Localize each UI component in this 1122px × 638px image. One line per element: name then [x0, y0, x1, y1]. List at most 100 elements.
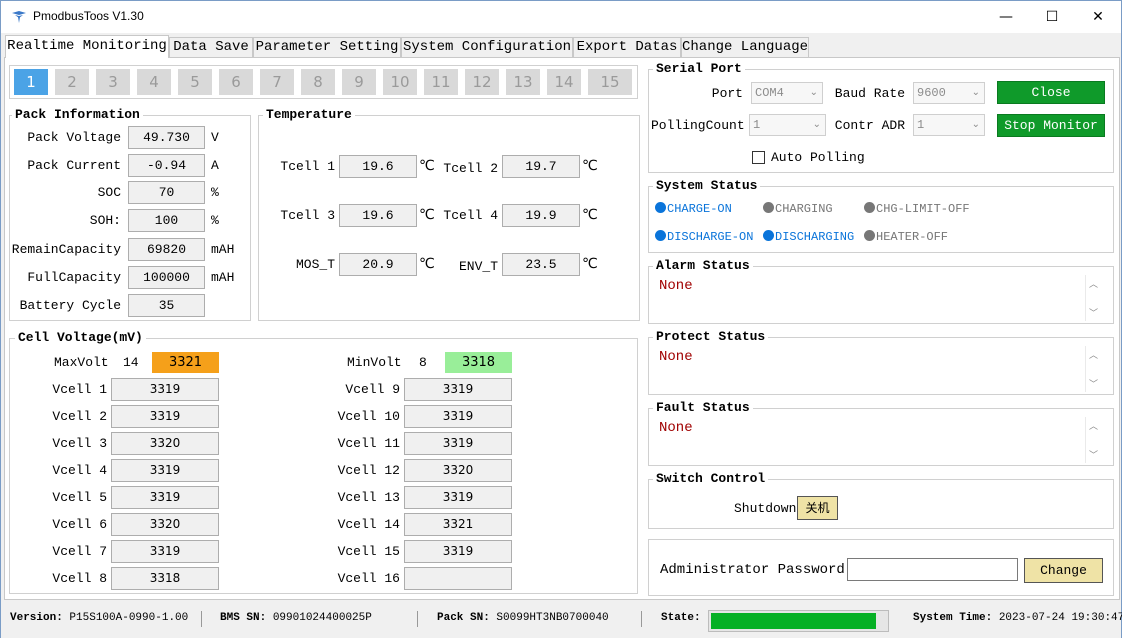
state-info: State: [661, 612, 701, 624]
chevron-down-icon: ⌄ [971, 119, 980, 130]
vcell-2-value: 3319 [111, 405, 219, 428]
tcell1-value: 19.6 [339, 155, 417, 178]
pack-button-12[interactable]: 12 [465, 69, 499, 95]
pack-voltage-unit: V [211, 130, 219, 145]
tab-parameter-setting[interactable]: Parameter Setting [253, 37, 401, 57]
vcell-10-label: Vcell 10 [337, 409, 400, 424]
close-port-button[interactable]: Close [997, 81, 1105, 104]
status-heater-off: HEATER-OFF [864, 230, 948, 244]
soh-label: SOH: [89, 213, 121, 228]
vcell-15-label: Vcell 15 [337, 544, 400, 559]
pack-button-7[interactable]: 7 [260, 69, 294, 95]
pack-button-8[interactable]: 8 [301, 69, 335, 95]
status-charge-on-label: CHARGE-ON [667, 202, 732, 216]
switch-control-group [648, 479, 1114, 529]
cell-voltage-title: Cell Voltage(mV) [15, 331, 146, 345]
contr-adr-select-value: 1 [917, 118, 925, 132]
soc-label: SOC [97, 185, 121, 200]
tab-system-configuration[interactable]: System Configuration [401, 37, 573, 57]
status-led-icon [655, 230, 666, 241]
shutdown-label: Shutdown [734, 501, 797, 516]
vcell-10-value: 3319 [404, 405, 512, 428]
alarm-status-value: None [659, 278, 693, 294]
scroll-down-icon: ﹀ [1089, 380, 1099, 390]
polling-count-select[interactable]: 1 ⌄ [749, 114, 826, 136]
admin-password-input[interactable] [847, 558, 1018, 581]
pack-button-6[interactable]: 6 [219, 69, 253, 95]
status-discharge-on: DISCHARGE-ON [655, 230, 753, 244]
alarm-status-scrollbar[interactable]: ︿ ﹀ [1085, 275, 1101, 321]
auto-polling-checkbox[interactable] [752, 151, 765, 164]
pack-button-5[interactable]: 5 [178, 69, 212, 95]
tab-data-save[interactable]: Data Save [169, 37, 253, 57]
pack-button-4[interactable]: 4 [137, 69, 171, 95]
alarm-status-title: Alarm Status [653, 259, 753, 273]
temperature-title: Temperature [263, 108, 355, 122]
scroll-up-icon: ︿ [1089, 351, 1099, 361]
contr-adr-select[interactable]: 1 ⌄ [913, 114, 985, 136]
status-chg-limit-off: CHG-LIMIT-OFF [864, 202, 970, 216]
admin-password-label: Administrator Password [660, 562, 845, 578]
tcell4-label: Tcell 4 [443, 208, 498, 223]
pack-button-9[interactable]: 9 [342, 69, 376, 95]
system-time-info: System Time: 2023-07-24 19:30:47 [913, 612, 1122, 624]
change-password-button[interactable]: Change [1024, 558, 1103, 583]
vcell-11-value: 3319 [404, 432, 512, 455]
pack-button-2[interactable]: 2 [55, 69, 89, 95]
shutdown-button[interactable]: 关机 [797, 496, 838, 520]
remain-capacity-unit: mAH [211, 242, 235, 257]
scroll-up-icon: ︿ [1089, 280, 1099, 290]
status-separator [417, 611, 418, 627]
status-heater-off-label: HEATER-OFF [876, 230, 949, 244]
vcell-8-value: 3318 [111, 567, 219, 590]
status-led-icon [763, 230, 774, 241]
remain-capacity-label: RemainCapacity [11, 242, 121, 257]
vcell-6-value: 3320 [111, 513, 219, 536]
status-led-icon [864, 202, 875, 213]
status-discharge-on-label: DISCHARGE-ON [667, 230, 754, 244]
vcell-1-label: Vcell 1 [52, 382, 107, 397]
fault-status-scrollbar[interactable]: ︿ ﹀ [1085, 417, 1101, 463]
env-t-label: ENV_T [458, 259, 498, 274]
status-charging-label: CHARGING [775, 202, 833, 216]
system-time-value: 2023-07-24 19:30:47 [998, 612, 1122, 624]
minimize-button[interactable]: — [983, 1, 1029, 33]
stop-monitor-button[interactable]: Stop Monitor [997, 114, 1105, 137]
tcell4-value: 19.9 [502, 204, 580, 227]
system-time-label: System Time: [913, 612, 993, 624]
pack-button-13[interactable]: 13 [506, 69, 540, 95]
vcell-13-value: 3319 [404, 486, 512, 509]
pack-button-1[interactable]: 1 [14, 69, 48, 95]
tcell4-unit: ℃ [582, 207, 598, 223]
full-capacity-unit: mAH [211, 270, 235, 285]
serial-port-title: Serial Port [653, 62, 745, 76]
pack-button-3[interactable]: 3 [96, 69, 130, 95]
version-info: Version: P15S100A-0990-1.00 [10, 612, 188, 624]
max-volt-value: 3321 [152, 352, 219, 373]
scroll-down-icon: ﹀ [1089, 309, 1099, 319]
baud-rate-select[interactable]: 9600 ⌄ [913, 82, 985, 104]
scroll-up-icon: ︿ [1089, 422, 1099, 432]
tcell3-value: 19.6 [339, 204, 417, 227]
protect-status-scrollbar[interactable]: ︿ ﹀ [1085, 346, 1101, 392]
tab-export-datas[interactable]: Export Datas [573, 37, 681, 57]
close-window-button[interactable]: ✕ [1075, 1, 1121, 33]
port-select[interactable]: COM4 ⌄ [751, 82, 823, 104]
vcell-8-label: Vcell 8 [52, 571, 107, 586]
status-discharging-label: DISCHARGING [775, 230, 855, 244]
pack-current-unit: A [211, 158, 219, 173]
fault-status-group [648, 408, 1114, 466]
fault-status-title: Fault Status [653, 401, 753, 415]
tab-change-language[interactable]: Change Language [681, 37, 809, 57]
max-volt-index: 14 [123, 355, 139, 370]
polling-count-select-value: 1 [753, 118, 761, 132]
pack-button-11[interactable]: 11 [424, 69, 458, 95]
maximize-button[interactable]: ☐ [1029, 1, 1075, 33]
tab-realtime-monitoring[interactable]: Realtime Monitoring [5, 35, 169, 58]
pack-button-14[interactable]: 14 [547, 69, 581, 95]
soh-unit: % [211, 213, 219, 228]
mos-t-label: MOS_T [295, 257, 335, 272]
vcell-4-value: 3319 [111, 459, 219, 482]
pack-button-15[interactable]: 15 [588, 69, 632, 95]
pack-button-10[interactable]: 10 [383, 69, 417, 95]
